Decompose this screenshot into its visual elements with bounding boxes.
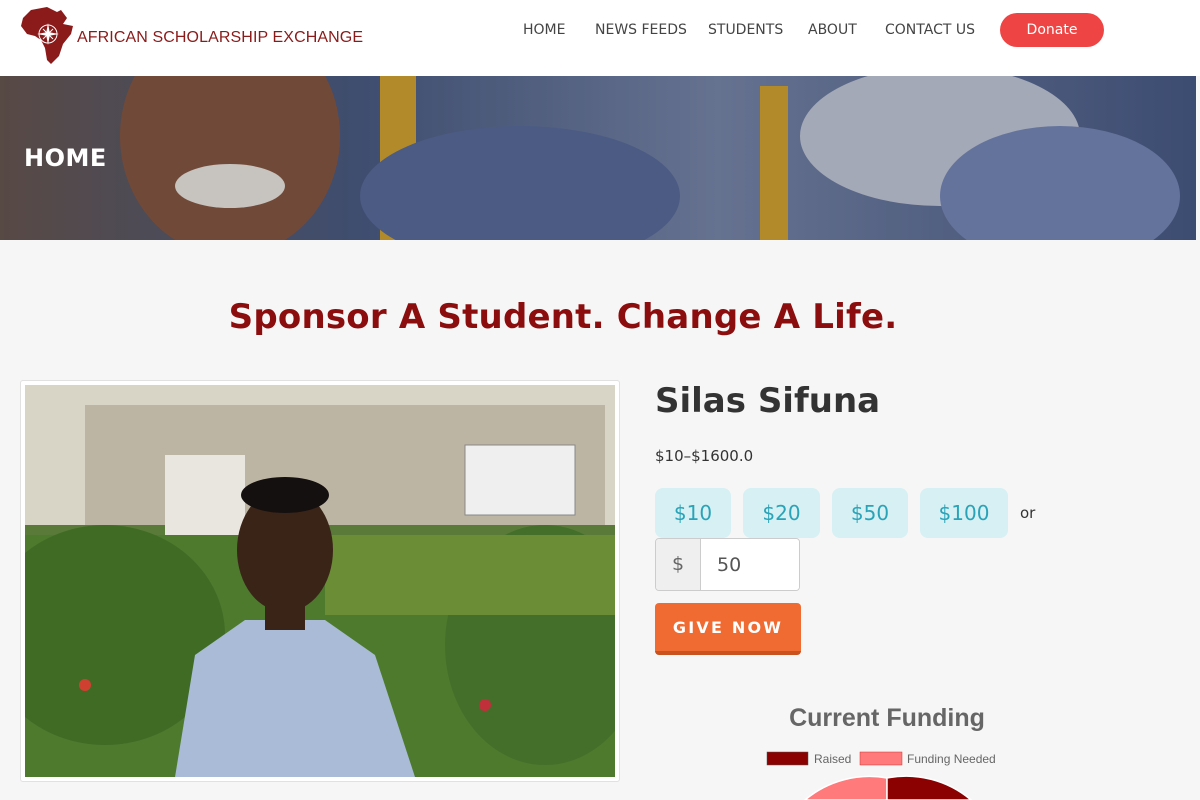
amount-button-10[interactable]: $10 [655,488,731,538]
nav-about[interactable]: ABOUT [808,22,857,38]
site-header: AFRICAN SCHOLARSHIP EXCHANGE HOME NEWS F… [0,0,1200,76]
give-now-button[interactable]: GIVE NOW [655,603,801,655]
africa-compass-icon [21,7,73,64]
amount-button-20[interactable]: $20 [743,488,820,538]
chart-title: Current Funding [789,704,985,732]
logo-text: AFRICAN SCHOLARSHIP EXCHANGE [77,29,364,46]
nav-news-feeds[interactable]: NEWS FEEDS [595,22,687,38]
pie-slice-raised [886,775,973,800]
nav-home[interactable]: HOME [523,22,565,38]
student-name: Silas Sifuna [655,381,881,421]
custom-amount-field: $ [655,538,800,591]
tagline: Sponsor A Student. Change A Life. [228,297,898,337]
student-photo-frame [20,380,620,782]
currency-symbol: $ [656,539,701,590]
student-photo[interactable] [25,385,615,777]
hero-title: HOME [24,144,107,172]
nav-contact-us[interactable]: CONTACT US [885,22,975,38]
amount-button-50[interactable]: $50 [832,488,908,538]
site-logo[interactable]: AFRICAN SCHOLARSHIP EXCHANGE [17,4,363,66]
donate-button[interactable]: Donate [1000,13,1104,47]
custom-amount-input[interactable] [701,539,799,590]
price-range: $10–$1600.0 [655,447,754,465]
legend-label-funding-needed: Funding Needed [907,752,996,766]
legend-swatch-raised [766,751,809,766]
or-label: or [1020,504,1036,522]
legend-swatch-funding-needed [859,751,903,766]
funding-chart: Raised Funding Needed [766,751,996,800]
amount-button-100[interactable]: $100 [920,488,1008,538]
nav-students[interactable]: STUDENTS [708,22,783,38]
pie-slice-funding-needed [803,775,888,800]
legend-label-raised: Raised [814,752,851,766]
hero-banner: HOME [0,76,1196,240]
graduates-photo [0,76,1196,240]
